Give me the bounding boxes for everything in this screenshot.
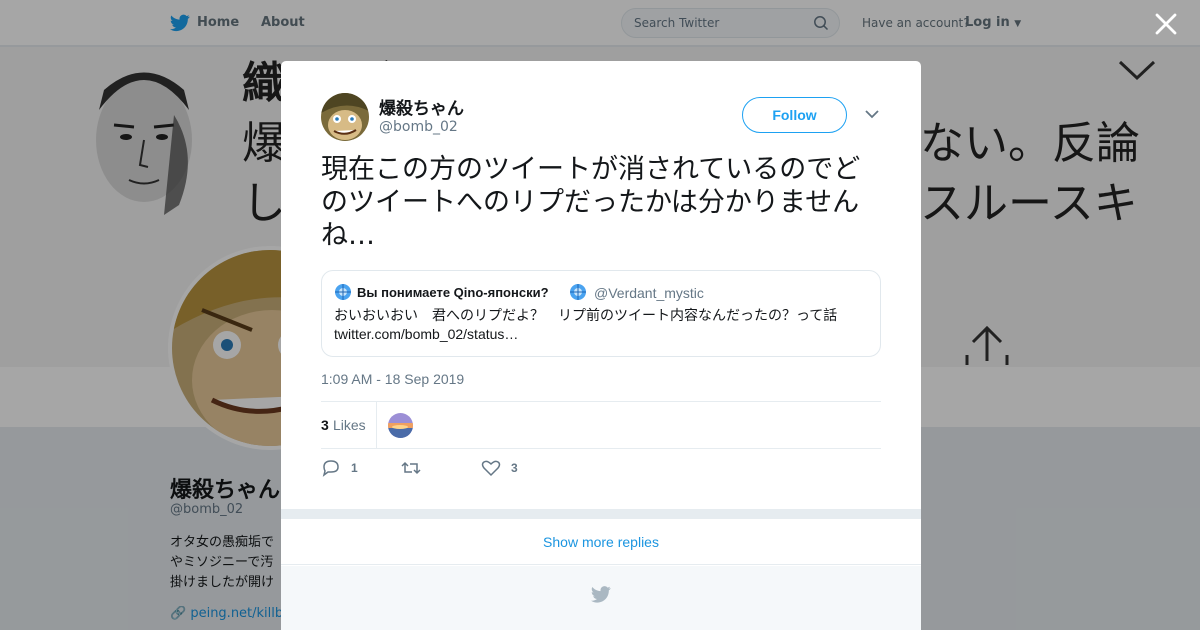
quoted-tweet[interactable]: Вы понимаете Qinо-японски? @Verdant_myst…	[321, 270, 881, 357]
quoted-author-handle: @Verdant_mystic	[594, 285, 704, 301]
liker-avatar[interactable]	[388, 413, 413, 438]
author-avatar-image	[321, 93, 369, 141]
stats-divider	[376, 402, 377, 449]
like-count: 3	[511, 461, 518, 475]
reply-button[interactable]: 1	[321, 459, 381, 479]
tweet-timestamp[interactable]: 1:09 AM - 18 Sep 2019	[321, 371, 464, 387]
quoted-tweet-link[interactable]: twitter.com/bomb_02/status…	[334, 326, 518, 342]
reply-icon	[322, 460, 339, 477]
like-button[interactable]: 3	[481, 459, 541, 479]
section-separator	[281, 509, 921, 519]
tweet-text: 現在この方のツイートが消されているのでどのツイートへのリプだったかは分かりません…	[321, 154, 861, 251]
reply-count: 1	[351, 461, 358, 475]
tweet-actions: 1 3	[321, 459, 881, 483]
likes-count[interactable]: 3	[321, 417, 329, 433]
follow-button[interactable]: Follow	[742, 97, 847, 133]
liker-avatar-image	[388, 413, 413, 438]
twitter-bird-icon	[591, 586, 611, 603]
chevron-down-icon[interactable]	[865, 109, 879, 119]
tweet-modal: 爆殺ちゃん @bomb_02 Follow 現在この方のツイートが消されているの…	[281, 61, 921, 630]
quoted-author-name: Вы понимаете Qinо-японски?	[357, 285, 549, 300]
likes-label[interactable]: Likes	[333, 417, 366, 433]
retweet-icon	[401, 461, 421, 475]
retweet-button[interactable]	[401, 459, 461, 479]
author-handle[interactable]: @bomb_02	[379, 119, 458, 135]
author-avatar[interactable]	[321, 93, 369, 141]
globe-emoji-icon	[570, 284, 586, 300]
heart-icon	[481, 460, 501, 477]
close-icon[interactable]	[1154, 12, 1178, 36]
show-more-replies-button[interactable]: Show more replies	[281, 519, 921, 565]
globe-emoji-icon	[335, 284, 351, 300]
quoted-tweet-text: おいおいおい 君へのリプだよ？ リプ前のツイート内容なんだったの？って話	[334, 308, 838, 324]
modal-footer	[281, 566, 921, 630]
author-name[interactable]: 爆殺ちゃん	[379, 94, 464, 119]
tweet-stats: 3 Likes	[321, 401, 881, 449]
